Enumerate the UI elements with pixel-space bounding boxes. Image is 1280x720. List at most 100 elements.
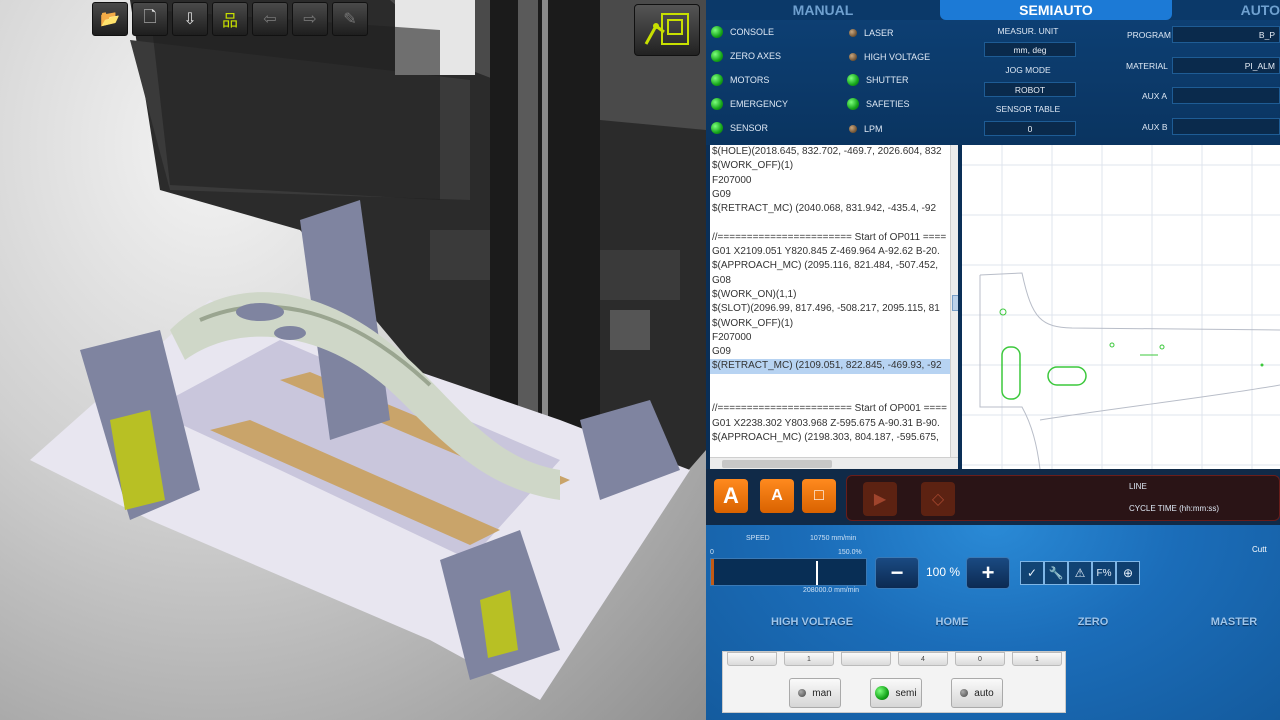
speed-and-commands: SPEED 10750 mm/min 0 150.0% 208000.0 mm/… [706, 525, 1280, 720]
tab-auto[interactable]: AUTO [1172, 0, 1280, 20]
measure-unit-value[interactable]: mm, deg [984, 42, 1076, 57]
export-icon[interactable]: ⇩ [172, 2, 208, 36]
code-line[interactable]: G01 X2238.302 Y803.968 Z-595.675 A-90.31… [710, 417, 958, 431]
jog-icon: ◇ [931, 491, 945, 508]
code-line[interactable]: $(APPROACH_MC) (2095.116, 821.484, -507.… [710, 259, 958, 273]
code-line[interactable]: $(WORK_OFF)(1) [710, 317, 958, 331]
status-lpm: LPM [849, 124, 883, 134]
status-label: LPM [864, 124, 883, 134]
status-label: EMERGENCY [730, 99, 789, 109]
zero-button[interactable]: ZERO [1050, 610, 1136, 634]
percent-icon[interactable]: F% [1092, 561, 1116, 585]
play-button[interactable]: ▶ [863, 482, 897, 516]
speed-marker[interactable] [816, 561, 818, 585]
speed-bottom-value: 208000.0 mm/min [803, 587, 860, 594]
new-document-icon[interactable]: 🗋 [132, 2, 168, 36]
key-top[interactable] [841, 652, 891, 666]
code-line[interactable]: $(RETRACT_MC) (2109.051, 822.845, -469.9… [710, 359, 958, 374]
code-line[interactable]: G08 [710, 274, 958, 288]
mode-label: semi [895, 687, 917, 699]
code-line[interactable]: G09 [710, 188, 958, 202]
shapes-button[interactable]: □ [802, 479, 836, 513]
aux-b-field[interactable] [1172, 118, 1280, 135]
code-line[interactable] [710, 374, 958, 388]
jog-mode-value[interactable]: ROBOT [984, 82, 1076, 97]
auto-text-button[interactable]: A [714, 479, 748, 513]
key-top[interactable]: 1 [784, 652, 834, 666]
warning-icon[interactable]: ⚠ [1068, 561, 1092, 585]
decrease-speed-button[interactable]: − [875, 557, 919, 589]
hierarchy-icon[interactable]: 品 [212, 2, 248, 36]
jog-button[interactable]: ◇ [921, 482, 955, 516]
mode-keypad: 0 1 4 0 1 man semi auto [722, 651, 1066, 713]
material-field[interactable]: PI_ALM [1172, 57, 1280, 74]
code-vertical-scrollbar[interactable] [950, 145, 958, 457]
code-line[interactable]: $(SLOT)(2096.99, 817.496, -508.217, 2095… [710, 302, 958, 316]
master-button[interactable]: MASTER [1191, 610, 1277, 634]
open-folder-icon[interactable]: 📂 [92, 2, 128, 36]
action-bar: A A □ ▶ ◇ LINE CYCLE TIME (hh:mm:ss) [706, 469, 1280, 525]
home-button[interactable]: HOME [909, 610, 995, 634]
status-safeties: SAFETIES [847, 98, 910, 110]
code-line[interactable]: G01 X2109.051 Y820.845 Z-469.964 A-92.62… [710, 245, 958, 259]
viewport-toolbar: 📂 🗋 ⇩ 品 ⇦ ⇨ ✎ [92, 2, 368, 38]
status-shutter: SHUTTER [847, 74, 909, 86]
check-icon[interactable]: ✓ [1020, 561, 1044, 585]
code-line[interactable]: F207000 [710, 331, 958, 345]
code-line[interactable]: $(HOLE)(2018.645, 832.702, -469.7, 2026.… [710, 145, 958, 159]
aux-a-field[interactable] [1172, 87, 1280, 104]
app-logo-icon[interactable] [634, 4, 700, 56]
scroll-thumb[interactable] [952, 295, 958, 311]
line-label: LINE [1129, 482, 1147, 491]
mode-man-button[interactable]: man [789, 678, 841, 708]
tab-semiauto[interactable]: SEMIAUTO [940, 0, 1172, 20]
code-line[interactable]: G09 [710, 345, 958, 359]
key-top[interactable]: 1 [1012, 652, 1062, 666]
code-line[interactable]: $(WORK_OFF)(1) [710, 159, 958, 173]
code-line[interactable] [710, 388, 958, 402]
program-field[interactable]: B_P [1172, 26, 1280, 43]
toolpath-drawing[interactable] [962, 145, 1280, 469]
mode-label: auto [974, 687, 994, 699]
code-line[interactable]: $(WORK_ON)(1,1) [710, 288, 958, 302]
key-top[interactable]: 0 [727, 652, 777, 666]
code-line[interactable]: $(RETRACT_MC) (2040.068, 831.942, -435.4… [710, 202, 958, 216]
sensor-table-value[interactable]: 0 [984, 121, 1076, 136]
led-zero-axes-icon [711, 50, 723, 62]
key-top[interactable]: 0 [955, 652, 1005, 666]
cycle-time-label: CYCLE TIME (hh:mm:ss) [1129, 504, 1220, 513]
pen-icon[interactable]: ✎ [332, 2, 368, 36]
speed-override-percent: 100 % [926, 565, 961, 579]
3d-viewport[interactable]: 📂 🗋 ⇩ 品 ⇦ ⇨ ✎ [0, 0, 706, 720]
text-tool-button[interactable]: A [760, 479, 794, 513]
measure-unit-label: MEASUR. UNIT [997, 26, 1059, 36]
nc-code-listing[interactable]: $(HOLE)(2018.645, 832.702, -469.7, 2026.… [710, 145, 958, 469]
high-voltage-button[interactable]: HIGH VOLTAGE [769, 610, 855, 634]
mode-indicator-icon [960, 689, 969, 697]
tab-manual[interactable]: MANUAL [706, 0, 940, 20]
code-line[interactable]: //======================= Start of OP011… [710, 231, 958, 245]
status-zero-axes: ZERO AXES [711, 50, 781, 62]
code-line[interactable]: $(APPROACH_MC) (2198.303, 804.187, -595.… [710, 431, 958, 445]
code-horizontal-scrollbar[interactable] [710, 457, 958, 469]
jog-mode-label: JOG MODE [1005, 65, 1051, 75]
mode-auto-button[interactable]: auto [951, 678, 1003, 708]
increase-speed-button[interactable]: + [966, 557, 1010, 589]
wrench-icon[interactable]: 🔧 [1044, 561, 1068, 585]
robot-frame-icon [644, 13, 689, 45]
target-icon[interactable]: ⊕ [1116, 561, 1140, 585]
code-line[interactable]: F207000 [710, 174, 958, 188]
speed-override-bar[interactable] [710, 558, 867, 586]
code-line[interactable] [710, 216, 958, 230]
arrow-left-icon[interactable]: ⇦ [252, 2, 288, 36]
mode-semi-button[interactable]: semi [870, 678, 922, 708]
arrow-right-icon[interactable]: ⇨ [292, 2, 328, 36]
status-emergency: EMERGENCY [711, 98, 788, 110]
scroll-thumb[interactable] [722, 460, 832, 468]
fixture-3d-model [30, 0, 706, 700]
code-line[interactable]: //======================= Start of OP001… [710, 402, 958, 416]
toolpath-plot [962, 145, 1280, 469]
key-top[interactable]: 4 [898, 652, 948, 666]
status-label: MOTORS [730, 75, 770, 85]
cutting-tab[interactable]: Cutt [1252, 545, 1267, 554]
